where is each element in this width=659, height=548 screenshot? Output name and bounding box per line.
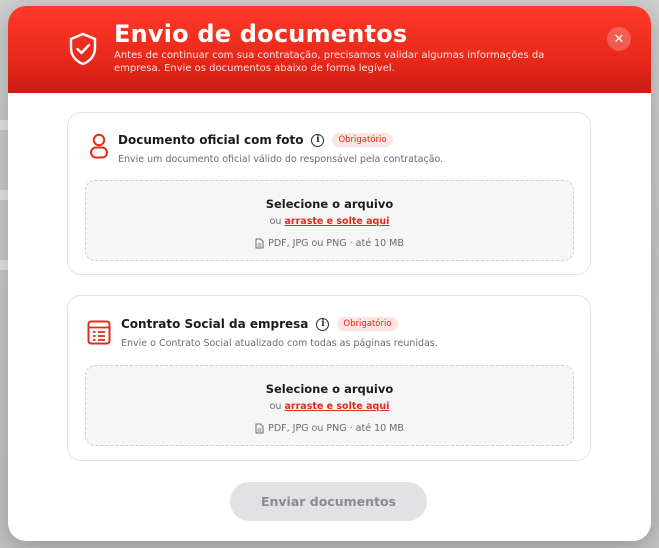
info-icon[interactable]: i [311, 133, 325, 147]
document-list-icon [87, 320, 111, 345]
file-icon [255, 238, 264, 249]
file-formats: PDF, JPG ou PNG · até 10 MB [86, 423, 573, 434]
file-formats-text: PDF, JPG ou PNG · até 10 MB [268, 423, 404, 434]
document-card-photo-id: Documento oficial com foto i Obrigatório… [67, 112, 591, 275]
or-label: ou [269, 216, 282, 227]
close-button[interactable]: ✕ [607, 27, 631, 51]
drag-drop-link[interactable]: arraste e solte aqui [285, 401, 390, 412]
required-badge: Obrigatório [337, 317, 398, 331]
card-title-row: Contrato Social da empresa i Obrigatório [121, 317, 398, 331]
drag-drop-link[interactable]: arraste e solte aqui [285, 216, 390, 227]
card-description: Envie o Contrato Social atualizado com t… [121, 338, 438, 349]
required-badge: Obrigatório [332, 133, 393, 147]
file-icon [255, 423, 264, 434]
modal-header: Envio de documentos Antes de continuar c… [8, 6, 651, 93]
shield-check-icon [69, 32, 97, 66]
document-card-social-contract: Contrato Social da empresa i Obrigatório… [67, 295, 591, 461]
drag-hint: ou arraste e solte aqui [86, 216, 573, 227]
select-file-label[interactable]: Selecione o arquivo [86, 197, 573, 211]
file-dropzone[interactable]: Selecione o arquivo ou arraste e solte a… [85, 365, 574, 446]
card-title: Contrato Social da empresa [121, 317, 309, 331]
card-title: Documento oficial com foto [118, 133, 304, 147]
card-title-row: Documento oficial com foto i Obrigatório [118, 133, 393, 147]
card-description: Envie um documento oficial válido do res… [118, 154, 444, 165]
info-icon[interactable]: i [316, 317, 330, 331]
modal-subtitle: Antes de continuar com sua contratação, … [114, 50, 545, 74]
or-label: ou [269, 401, 282, 412]
file-dropzone[interactable]: Selecione o arquivo ou arraste e solte a… [85, 180, 574, 261]
drag-hint: ou arraste e solte aqui [86, 401, 573, 412]
upload-documents-modal: Envio de documentos Antes de continuar c… [8, 6, 651, 541]
close-icon: ✕ [613, 31, 625, 47]
person-icon [90, 133, 108, 159]
submit-documents-button[interactable]: Enviar documentos [230, 482, 427, 521]
file-formats: PDF, JPG ou PNG · até 10 MB [86, 238, 573, 249]
file-formats-text: PDF, JPG ou PNG · até 10 MB [268, 238, 404, 249]
modal-title: Envio de documentos [114, 20, 408, 48]
select-file-label[interactable]: Selecione o arquivo [86, 382, 573, 396]
